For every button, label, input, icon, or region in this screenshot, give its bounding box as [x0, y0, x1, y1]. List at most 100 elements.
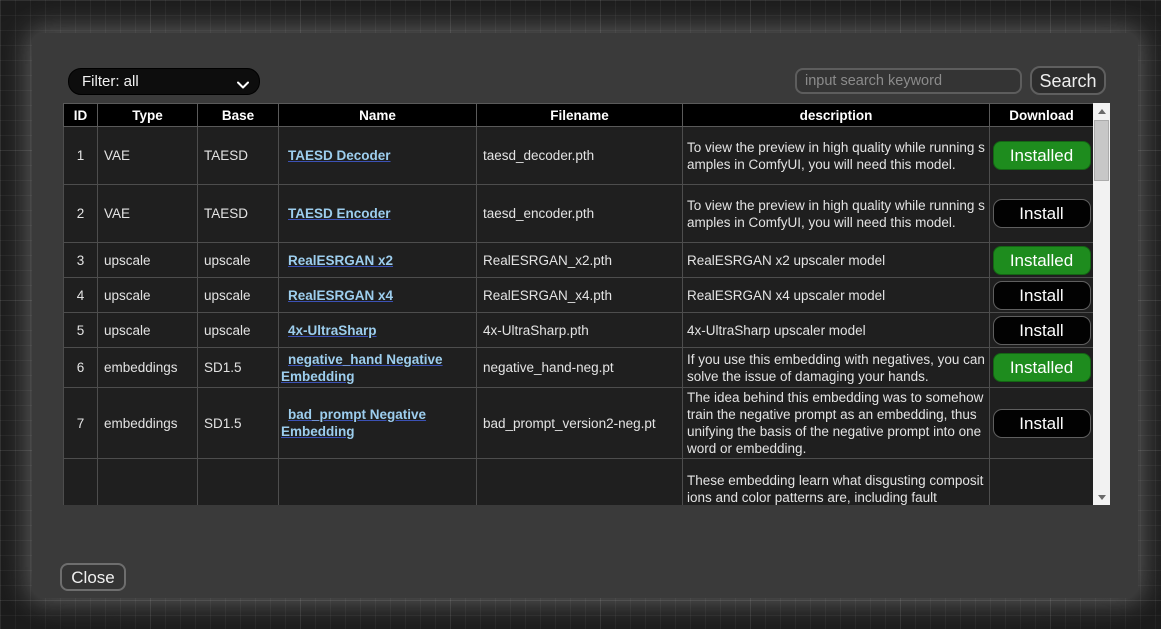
model-name-link[interactable]: RealESRGAN x4 [288, 288, 393, 303]
scrollbar-thumb[interactable] [1094, 120, 1109, 181]
download-button[interactable]: Install [993, 316, 1091, 345]
download-button[interactable]: Install [993, 409, 1091, 438]
search-input[interactable] [795, 68, 1022, 94]
column-header-id: ID [64, 104, 98, 127]
cell-base: upscale [198, 243, 279, 278]
cell-type: upscale [98, 243, 198, 278]
cell-name: negative_hand Negative Embedding [279, 348, 477, 388]
model-name-link[interactable]: RealESRGAN x2 [288, 253, 393, 268]
table-row: These embedding learn what disgusting co… [64, 459, 1094, 506]
table-row: 1 VAE TAESD TAESD Decoder taesd_decoder.… [64, 127, 1094, 185]
cell-id: 1 [64, 127, 98, 185]
cell-id: 4 [64, 278, 98, 313]
table-scrollbar[interactable] [1093, 103, 1110, 505]
column-header-download: Download [990, 104, 1094, 127]
cell-id: 6 [64, 348, 98, 388]
table-row: 5 upscale upscale 4x-UltraSharp 4x-Ultra… [64, 313, 1094, 348]
comfyui-canvas: { "colors": { "accent_green": "#1e8c1e",… [0, 0, 1161, 629]
cell-base [198, 459, 279, 506]
cell-description: RealESRGAN x2 upscaler model [683, 243, 990, 278]
filter-select-wrap: Filter: all [68, 68, 260, 95]
cell-base: upscale [198, 313, 279, 348]
cell-name: bad_prompt Negative Embedding [279, 388, 477, 459]
model-table-head-row: IDTypeBaseNameFilenamedescriptionDownloa… [64, 104, 1094, 127]
cell-base: SD1.5 [198, 348, 279, 388]
cell-base: SD1.5 [198, 388, 279, 459]
download-button[interactable]: Installed [993, 141, 1091, 170]
filter-select[interactable]: Filter: all [68, 68, 260, 95]
cell-download: Install [990, 278, 1094, 313]
scroll-up-button[interactable] [1093, 103, 1110, 119]
cell-id: 2 [64, 185, 98, 243]
model-table-body: 1 VAE TAESD TAESD Decoder taesd_decoder.… [64, 127, 1094, 506]
cell-type [98, 459, 198, 506]
cell-type: embeddings [98, 348, 198, 388]
model-name-link[interactable]: 4x-UltraSharp [288, 323, 377, 338]
cell-type: VAE [98, 127, 198, 185]
cell-name: TAESD Decoder [279, 127, 477, 185]
cell-description: To view the preview in high quality whil… [683, 127, 990, 185]
cell-description: The idea behind this embedding was to so… [683, 388, 990, 459]
model-name-link[interactable]: negative_hand Negative Embedding [281, 352, 443, 384]
table-row: 4 upscale upscale RealESRGAN x4 RealESRG… [64, 278, 1094, 313]
cell-id: 3 [64, 243, 98, 278]
model-table: IDTypeBaseNameFilenamedescriptionDownloa… [63, 103, 1093, 505]
close-button[interactable]: Close [60, 563, 126, 591]
cell-download: Install [990, 313, 1094, 348]
cell-base: TAESD [198, 127, 279, 185]
cell-download: Install [990, 388, 1094, 459]
cell-filename: bad_prompt_version2-neg.pt [477, 388, 683, 459]
cell-download [990, 459, 1094, 506]
model-name-link[interactable]: TAESD Encoder [288, 206, 391, 221]
cell-download: Installed [990, 348, 1094, 388]
cell-description: If you use this embedding with negatives… [683, 348, 990, 388]
cell-filename [477, 459, 683, 506]
model-table-viewport: IDTypeBaseNameFilenamedescriptionDownloa… [63, 103, 1093, 505]
cell-name: 4x-UltraSharp [279, 313, 477, 348]
column-header-name: Name [279, 104, 477, 127]
install-models-dialog: Filter: all Search IDTypeBaseNameFilenam… [32, 33, 1138, 598]
table-row: 3 upscale upscale RealESRGAN x2 RealESRG… [64, 243, 1094, 278]
download-button[interactable]: Install [993, 199, 1091, 228]
cell-type: embeddings [98, 388, 198, 459]
column-header-base: Base [198, 104, 279, 127]
column-header-description: description [683, 104, 990, 127]
cell-filename: taesd_encoder.pth [477, 185, 683, 243]
cell-description: To view the preview in high quality whil… [683, 185, 990, 243]
cell-name: RealESRGAN x4 [279, 278, 477, 313]
table-row: 6 embeddings SD1.5 negative_hand Negativ… [64, 348, 1094, 388]
cell-filename: taesd_decoder.pth [477, 127, 683, 185]
cell-filename: RealESRGAN_x4.pth [477, 278, 683, 313]
download-button[interactable]: Installed [993, 353, 1091, 382]
search-button[interactable]: Search [1030, 66, 1106, 95]
cell-id: 5 [64, 313, 98, 348]
column-header-filename: Filename [477, 104, 683, 127]
cell-name: TAESD Encoder [279, 185, 477, 243]
cell-type: upscale [98, 313, 198, 348]
cell-name [279, 459, 477, 506]
cell-description: These embedding learn what disgusting co… [683, 459, 990, 506]
cell-id: 7 [64, 388, 98, 459]
scroll-down-icon [1098, 495, 1106, 500]
cell-filename: 4x-UltraSharp.pth [477, 313, 683, 348]
cell-download: Installed [990, 243, 1094, 278]
cell-base: upscale [198, 278, 279, 313]
scroll-down-button[interactable] [1093, 489, 1110, 505]
download-button[interactable]: Install [993, 281, 1091, 310]
cell-type: VAE [98, 185, 198, 243]
cell-base: TAESD [198, 185, 279, 243]
cell-name: RealESRGAN x2 [279, 243, 477, 278]
cell-download: Installed [990, 127, 1094, 185]
cell-description: RealESRGAN x4 upscaler model [683, 278, 990, 313]
model-name-link[interactable]: TAESD Decoder [288, 148, 391, 163]
cell-description: 4x-UltraSharp upscaler model [683, 313, 990, 348]
table-row: 2 VAE TAESD TAESD Encoder taesd_encoder.… [64, 185, 1094, 243]
cell-type: upscale [98, 278, 198, 313]
cell-filename: negative_hand-neg.pt [477, 348, 683, 388]
cell-filename: RealESRGAN_x2.pth [477, 243, 683, 278]
table-row: 7 embeddings SD1.5 bad_prompt Negative E… [64, 388, 1094, 459]
download-button[interactable]: Installed [993, 246, 1091, 275]
scroll-up-icon [1098, 109, 1106, 114]
column-header-type: Type [98, 104, 198, 127]
model-name-link[interactable]: bad_prompt Negative Embedding [281, 407, 426, 439]
